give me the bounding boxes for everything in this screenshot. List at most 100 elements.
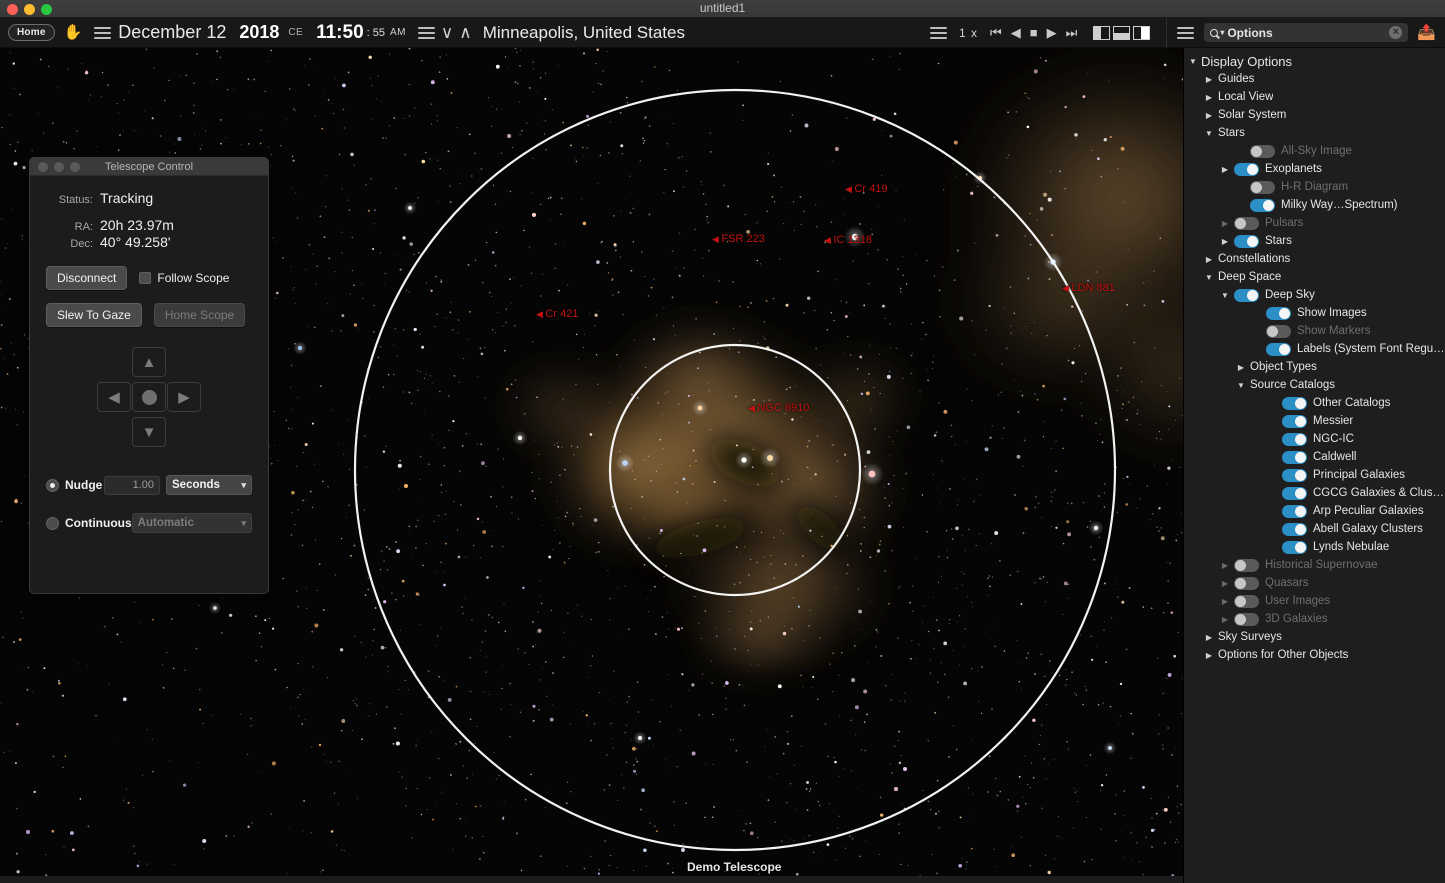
chevron-right-icon[interactable] [1220,597,1230,606]
search-caret-icon[interactable]: ▾ [1220,28,1224,37]
sky-label-ic-1318[interactable]: ◀ IC 1318 [824,234,872,246]
layout-left-icon[interactable] [1093,26,1110,40]
sidebar-item-other-catalogs[interactable]: Other Catalogs [1184,394,1445,412]
sidebar-item-user-images[interactable]: User Images [1184,592,1445,610]
nudge-left-button[interactable]: ◀ [97,382,131,412]
chevron-right-icon[interactable] [1204,651,1214,660]
sidebar-item-exoplanets[interactable]: Exoplanets [1184,160,1445,178]
home-scope-button[interactable]: Home Scope [154,303,245,327]
sky-label-cr-421[interactable]: ◀ Cr 421 [536,308,578,320]
sidebar-item-arp-peculiar-galaxies[interactable]: Arp Peculiar Galaxies [1184,502,1445,520]
sidebar-item-deep-space[interactable]: Deep Space [1184,268,1445,286]
chevron-up-icon[interactable]: ∧ [459,23,471,43]
seconds-display[interactable]: : 55 [367,27,385,39]
nudge-down-button[interactable]: ▼ [132,417,166,447]
chevron-down-icon[interactable] [1204,273,1214,282]
toggle-switch[interactable] [1282,397,1307,410]
sidebar-item-milky-way-spectrum[interactable]: Milky Way…Spectrum) [1184,196,1445,214]
time-display[interactable]: 11:50 [316,22,364,44]
toggle-switch[interactable] [1234,613,1259,626]
chevron-right-icon[interactable] [1204,633,1214,642]
sky-label-ldn-881[interactable]: ◀ LDN 881 [1062,282,1115,294]
search-input-value[interactable]: Options [1227,26,1272,40]
layout-bottom-icon[interactable] [1113,26,1130,40]
display-options-sidebar[interactable]: Display Options GuidesLocal ViewSolar Sy… [1183,48,1445,883]
toggle-switch[interactable] [1282,433,1307,446]
step-back-icon[interactable]: ◀ [1011,26,1021,39]
sky-label-cr-419[interactable]: ◀ Cr 419 [845,183,887,195]
sidebar-item-lynds-nebulae[interactable]: Lynds Nebulae [1184,538,1445,556]
skip-back-icon[interactable]: ⏮ [990,26,1002,39]
toggle-switch[interactable] [1234,235,1259,248]
sidebar-item-quasars[interactable]: Quasars [1184,574,1445,592]
chevron-right-icon[interactable] [1204,75,1214,84]
chevron-down-icon[interactable] [1220,291,1230,300]
sidebar-item-show-images[interactable]: Show Images [1184,304,1445,322]
toggle-switch[interactable] [1282,541,1307,554]
continuous-rate-select[interactable]: Automatic ▾ [132,513,252,533]
chevron-right-icon[interactable] [1236,363,1246,372]
toggle-switch[interactable] [1234,289,1259,302]
sidebar-item-constellations[interactable]: Constellations [1184,250,1445,268]
layout-right-icon[interactable] [1133,26,1150,40]
toggle-switch[interactable] [1282,415,1307,428]
toggle-switch[interactable] [1282,505,1307,518]
sidebar-item-stars[interactable]: Stars [1184,232,1445,250]
time-rate-display[interactable]: 1 x [959,26,978,40]
sidebar-item-cgcg-galaxies-clusters[interactable]: CGCG Galaxies & Clusters [1184,484,1445,502]
continuous-radio[interactable] [46,517,59,530]
toggle-switch[interactable] [1234,577,1259,590]
sidebar-item-options-for-other-objects[interactable]: Options for Other Objects [1184,646,1445,664]
sidebar-item-labels-system-font-regular-12[interactable]: Labels (System Font Regular 12) [1184,340,1445,358]
toggle-switch[interactable] [1250,181,1275,194]
date-menu-icon[interactable] [94,27,111,39]
search-field[interactable]: ▾ Options × [1204,23,1408,42]
toggle-switch[interactable] [1250,145,1275,158]
sidebar-item-historical-supernovae[interactable]: Historical Supernovae [1184,556,1445,574]
chevron-right-icon[interactable] [1220,561,1230,570]
nudge-right-button[interactable]: ▶ [167,382,201,412]
nudge-radio[interactable] [46,479,59,492]
location-display[interactable]: Minneapolis, United States [483,23,685,43]
sidebar-item-3d-galaxies[interactable]: 3D Galaxies [1184,610,1445,628]
sidebar-item-stars[interactable]: Stars [1184,124,1445,142]
sidebar-item-guides[interactable]: Guides [1184,70,1445,88]
chevron-down-icon[interactable] [1204,129,1214,138]
clear-search-icon[interactable]: × [1389,26,1402,39]
year-display[interactable]: 2018 [239,22,279,43]
follow-scope-checkbox-wrap[interactable]: Follow Scope [139,271,229,285]
toggle-switch[interactable] [1266,343,1291,356]
time-flow-menu-icon[interactable] [930,27,947,39]
date-display[interactable]: December 12 [118,22,226,43]
sidebar-menu-icon[interactable] [1177,27,1194,39]
toggle-switch[interactable] [1266,307,1291,320]
disconnect-button[interactable]: Disconnect [46,266,127,290]
time-menu-icon[interactable] [418,27,435,39]
chevron-down-icon[interactable]: ∨ [441,23,453,43]
chevron-right-icon[interactable] [1220,615,1230,624]
toggle-switch[interactable] [1234,217,1259,230]
sidebar-item-source-catalogs[interactable]: Source Catalogs [1184,376,1445,394]
play-icon[interactable]: ▶ [1047,26,1057,39]
sidebar-item-h-r-diagram[interactable]: H-R Diagram [1184,178,1445,196]
chevron-right-icon[interactable] [1220,579,1230,588]
share-icon[interactable]: 📤 [1417,25,1436,40]
sidebar-root-display-options[interactable]: Display Options [1184,52,1445,70]
chevron-right-icon[interactable] [1204,111,1214,120]
hand-tool-icon[interactable]: ✋ [64,25,83,40]
toggle-switch[interactable] [1282,487,1307,500]
home-button[interactable]: Home [8,24,55,41]
telescope-control-panel[interactable]: Telescope Control Status: Tracking RA: 2… [29,157,269,594]
sidebar-item-show-markers[interactable]: Show Markers [1184,322,1445,340]
sky-label-ngc-6910[interactable]: ◀ NGC 6910 [748,402,809,414]
follow-scope-checkbox[interactable] [139,272,151,284]
chevron-down-icon[interactable] [1188,57,1198,66]
chevron-right-icon[interactable] [1220,237,1230,246]
sidebar-item-deep-sky[interactable]: Deep Sky [1184,286,1445,304]
sidebar-item-all-sky-image[interactable]: All-Sky Image [1184,142,1445,160]
nudge-unit-select[interactable]: Seconds ▾ [166,475,252,495]
toggle-switch[interactable] [1234,595,1259,608]
toggle-switch[interactable] [1234,163,1259,176]
toggle-switch[interactable] [1234,559,1259,572]
ampm-display[interactable]: AM [390,27,406,38]
